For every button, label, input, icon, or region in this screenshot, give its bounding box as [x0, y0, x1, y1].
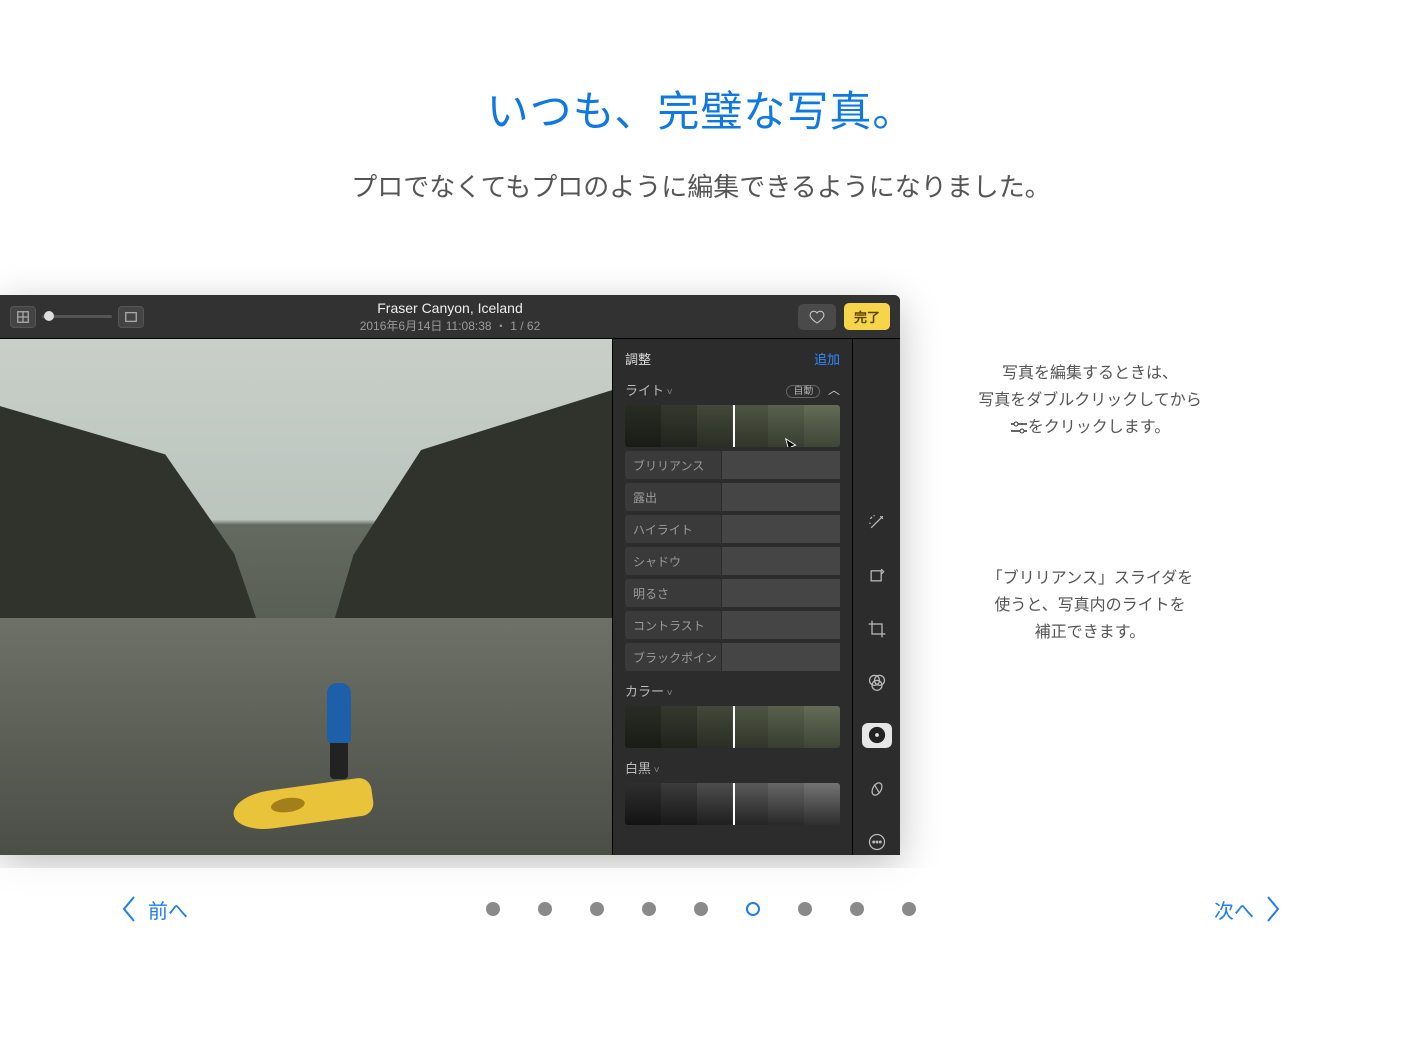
add-adjustment-button[interactable]: 追加	[814, 349, 840, 368]
callout-2-line-3: 補正できます。	[960, 619, 1220, 646]
chevron-right-icon	[1264, 894, 1282, 924]
section-light-label[interactable]: ライト	[625, 380, 673, 399]
bw-strip-slider[interactable]	[625, 783, 840, 825]
page-dot[interactable]	[694, 902, 708, 916]
magic-wand-icon[interactable]	[862, 509, 892, 534]
page-dot[interactable]	[850, 902, 864, 916]
chevron-left-icon	[120, 894, 138, 924]
callout-1-line-2: 写真をダブルクリックしてから	[960, 387, 1220, 414]
page-dot[interactable]	[486, 902, 500, 916]
editor-toolbar: Fraser Canyon, Iceland 2016年6月14日 11:08:…	[0, 295, 900, 339]
zoom-slider[interactable]	[42, 315, 112, 318]
slider-brilliance[interactable]: ブリリアンス	[625, 451, 840, 479]
slider-label: ブラックポイント	[625, 649, 721, 666]
callout-2-line-1: 「ブリリアンス」スライダを	[960, 565, 1220, 592]
zoom-fit-button[interactable]	[118, 306, 144, 328]
adjust-header-label: 調整	[625, 349, 651, 368]
slider-label: シャドウ	[625, 553, 721, 570]
page-dot[interactable]	[798, 902, 812, 916]
callout-2-line-2: 使うと、写真内のライトを	[960, 592, 1220, 619]
zoom-grid-button[interactable]	[10, 306, 36, 328]
slider-label: ハイライト	[625, 521, 721, 538]
slider-label: コントラスト	[625, 617, 721, 634]
slider-highlights[interactable]: ハイライト	[625, 515, 840, 543]
collapse-light-button[interactable]: ︿	[828, 383, 840, 397]
more-icon[interactable]	[862, 830, 892, 855]
page-dot[interactable]	[746, 902, 760, 916]
prev-label: 前へ	[148, 895, 188, 924]
photo-editor-window: Fraser Canyon, Iceland 2016年6月14日 11:08:…	[0, 295, 900, 855]
page-dot[interactable]	[538, 902, 552, 916]
tool-rail	[852, 339, 900, 855]
color-strip-slider[interactable]	[625, 706, 840, 748]
prev-button[interactable]: 前へ	[120, 894, 188, 924]
slider-brightness[interactable]: 明るさ	[625, 579, 840, 607]
section-color-label[interactable]: カラー	[625, 681, 673, 700]
slider-label: 明るさ	[625, 585, 721, 602]
retouch-icon[interactable]	[862, 776, 892, 801]
slider-blackpoint[interactable]: ブラックポイント	[625, 643, 840, 671]
callout-1-line-3: をクリックします。	[960, 414, 1220, 444]
page-subtitle: プロでなくてもプロのように編集できるようになりました。	[0, 167, 1402, 204]
section-bw-label[interactable]: 白黒	[625, 758, 660, 777]
page-dot[interactable]	[902, 902, 916, 916]
adjust-icon[interactable]	[862, 723, 892, 748]
slider-contrast[interactable]: コントラスト	[625, 611, 840, 639]
page-dot[interactable]	[590, 902, 604, 916]
light-strip-slider[interactable]	[625, 405, 840, 447]
favorite-button[interactable]	[798, 304, 836, 330]
rotate-icon[interactable]	[862, 562, 892, 587]
slider-label: ブリリアンス	[625, 457, 721, 474]
slider-label: 露出	[625, 489, 721, 506]
help-callouts: 写真を編集するときは、 写真をダブルクリックしてから をクリックします。 「ブリ…	[960, 360, 1220, 646]
slider-shadows[interactable]: シャドウ	[625, 547, 840, 575]
next-button[interactable]: 次へ	[1214, 894, 1282, 924]
adjustments-panel: 調整 追加 ライト 自動 ︿ ブリリアンス 露出	[612, 339, 852, 855]
page-dots	[486, 902, 916, 916]
filters-icon[interactable]	[862, 669, 892, 694]
page-dot[interactable]	[642, 902, 656, 916]
photo-canvas[interactable]	[0, 339, 612, 855]
auto-light-button[interactable]: 自動	[786, 385, 820, 398]
crop-icon[interactable]	[862, 616, 892, 641]
slider-exposure[interactable]: 露出	[625, 483, 840, 511]
done-button[interactable]: 完了	[844, 303, 890, 330]
callout-1-line-1: 写真を編集するときは、	[960, 360, 1220, 387]
pager-bar: 前へ 次へ	[0, 868, 1402, 950]
page-title: いつも、完璧な写真。	[0, 78, 1402, 139]
next-label: 次へ	[1214, 895, 1254, 924]
sliders-icon	[1010, 417, 1028, 444]
